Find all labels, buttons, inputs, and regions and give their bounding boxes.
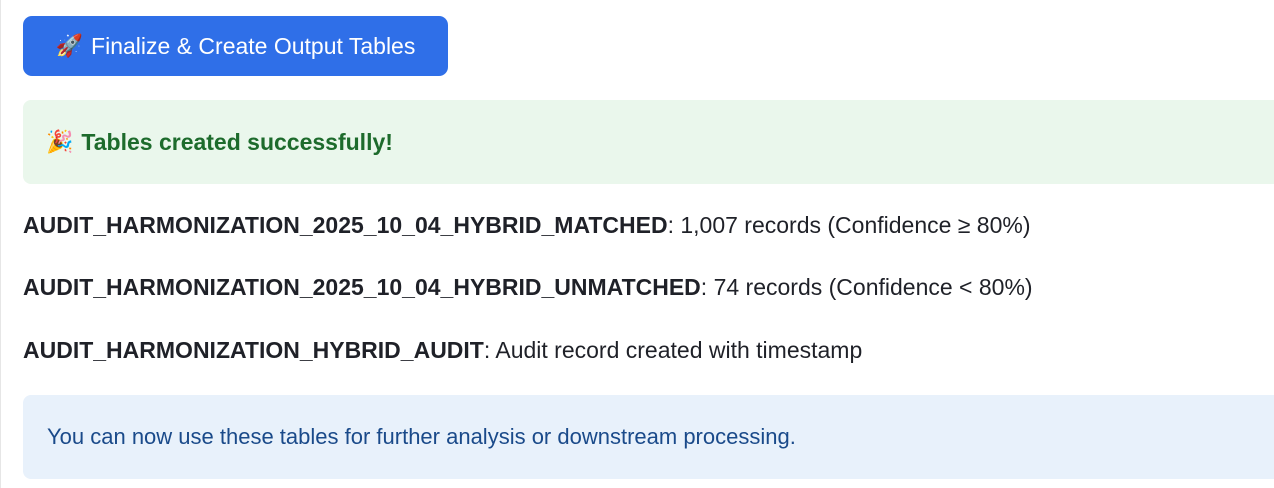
table-line-unmatched: AUDIT_HARMONIZATION_2025_10_04_HYBRID_UN… bbox=[23, 274, 1033, 301]
left-divider bbox=[0, 0, 1, 488]
info-message: You can now use these tables for further… bbox=[47, 424, 796, 449]
party-popper-icon: 🎉 bbox=[46, 129, 74, 154]
success-alert: 🎉 Tables created successfully! bbox=[23, 100, 1274, 184]
table-description: : 1,007 records (Confidence ≥ 80%) bbox=[667, 212, 1031, 238]
page: 🚀 Finalize & Create Output Tables 🎉 Tabl… bbox=[0, 0, 1274, 488]
table-description: : 74 records (Confidence < 80%) bbox=[700, 274, 1033, 300]
table-name: AUDIT_HARMONIZATION_2025_10_04_HYBRID_MA… bbox=[23, 212, 668, 238]
finalize-button-label: Finalize & Create Output Tables bbox=[91, 32, 416, 59]
table-name: AUDIT_HARMONIZATION_2025_10_04_HYBRID_UN… bbox=[23, 274, 701, 300]
table-line-audit: AUDIT_HARMONIZATION_HYBRID_AUDIT: Audit … bbox=[23, 337, 862, 364]
table-line-matched: AUDIT_HARMONIZATION_2025_10_04_HYBRID_MA… bbox=[23, 212, 1031, 239]
finalize-create-tables-button[interactable]: 🚀 Finalize & Create Output Tables bbox=[23, 16, 448, 76]
table-description: : Audit record created with timestamp bbox=[483, 337, 863, 363]
table-name: AUDIT_HARMONIZATION_HYBRID_AUDIT bbox=[23, 337, 484, 363]
success-message: Tables created successfully! bbox=[81, 128, 393, 155]
rocket-icon: 🚀 bbox=[55, 33, 84, 58]
info-alert: You can now use these tables for further… bbox=[23, 395, 1274, 479]
